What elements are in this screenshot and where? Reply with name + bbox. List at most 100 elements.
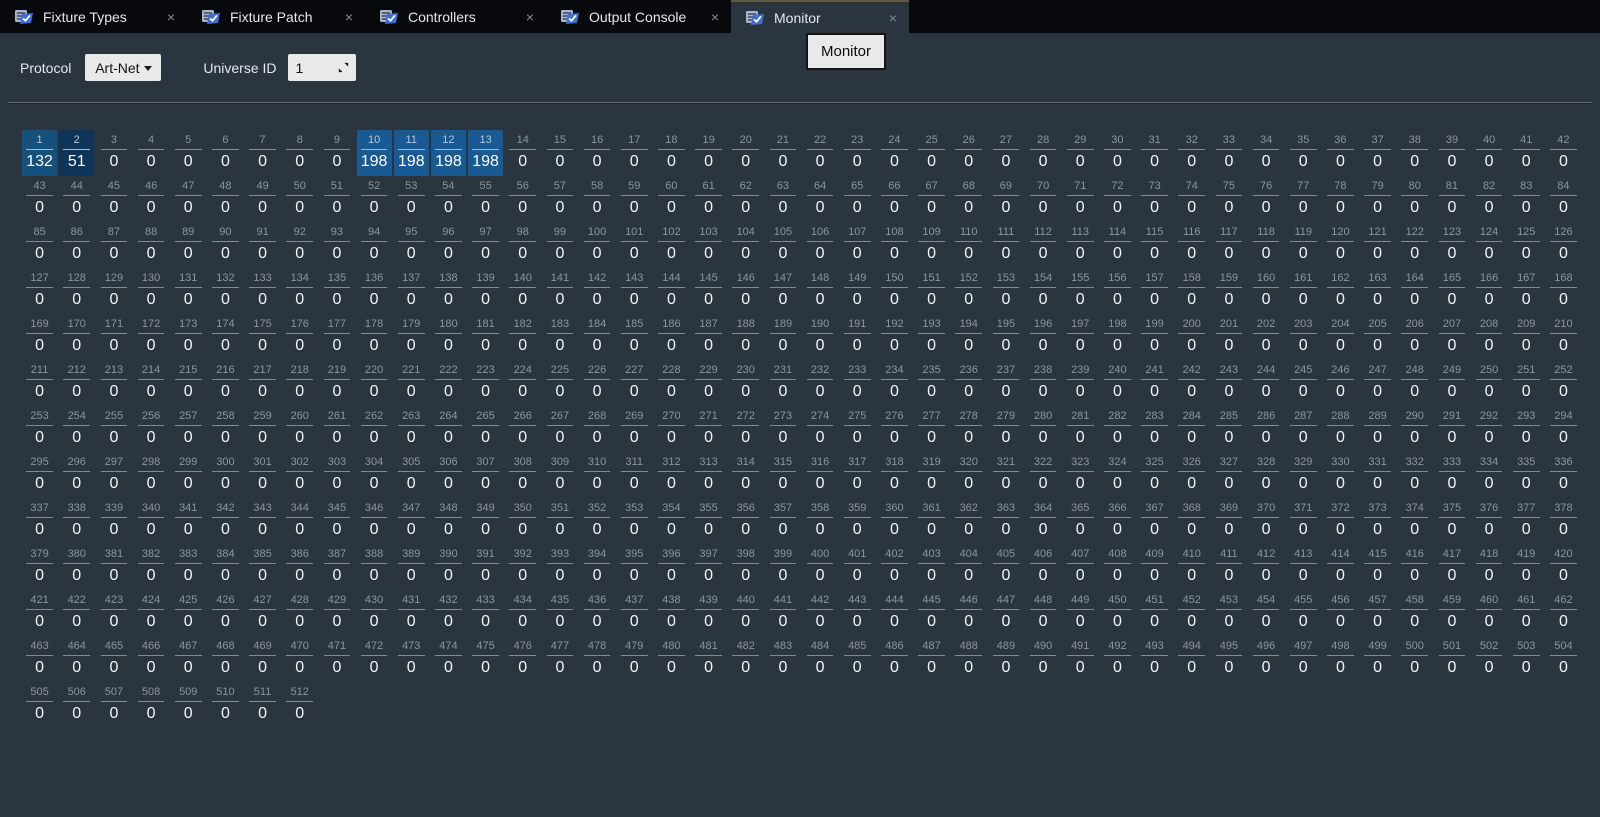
channel-value: 198 [397,153,425,170]
dmx-channel-cell: 490 0 [1026,636,1061,682]
protocol-dropdown[interactable]: Art-Net [85,54,162,81]
channel-underline [1512,425,1540,426]
dmx-channel-cell: 444 0 [877,590,912,636]
dmx-channel-cell: 411 0 [1211,544,1246,590]
dmx-channel-cell: 237 0 [988,360,1023,406]
channel-underline [323,379,351,380]
channel-underline [63,379,91,380]
dmx-channel-cell: 110 0 [951,222,986,268]
channel-underline [769,517,797,518]
protocol-dropdown-value: Art-Net [95,59,140,76]
dmx-channel-cell: 459 0 [1434,590,1469,636]
channel-number: 41 [1520,134,1533,146]
channel-value: 0 [146,245,156,262]
channel-number: 244 [1256,364,1276,376]
dmx-channel-cell: 252 0 [1546,360,1581,406]
channel-number: 189 [773,318,793,330]
channel-number: 477 [550,640,570,652]
channel-number: 414 [1331,548,1350,560]
channel-number: 69 [999,180,1013,192]
channel-number: 44 [70,180,83,192]
universe-id-spinner[interactable] [287,54,356,81]
channel-underline [286,563,314,564]
channel-underline [546,425,574,426]
channel-number: 367 [1145,502,1164,514]
channel-underline [1104,333,1131,334]
tab-controllers[interactable]: Controllers × [365,0,546,33]
channel-underline [881,517,908,518]
channel-underline [583,609,611,610]
channel-number: 27 [999,134,1013,146]
dmx-channel-cell: 131 0 [171,268,206,314]
channel-value: 0 [518,383,528,400]
channel-value: 0 [964,383,974,400]
channel-value: 0 [220,337,230,354]
channel-number: 344 [290,502,309,514]
channel-value: 0 [741,659,751,676]
dmx-channel-cell: 116 0 [1174,222,1209,268]
dmx-channel-cell: 126 0 [1546,222,1581,268]
channel-value: 0 [1261,199,1271,216]
dmx-channel-cell: 132 0 [208,268,243,314]
tab-output-console[interactable]: Output Console × [546,0,731,33]
dmx-channel-cell: 311 0 [617,452,652,498]
channel-underline [472,517,499,518]
close-icon[interactable]: × [335,10,353,24]
channel-value: 0 [1373,291,1383,308]
channel-underline [546,563,574,564]
close-icon[interactable]: × [879,11,897,25]
dmx-channel-cell: 507 0 [96,682,131,728]
channel-value: 0 [778,337,788,354]
channel-value: 0 [183,153,193,170]
channel-number: 66 [888,180,901,192]
dmx-channel-cell: 230 0 [728,360,763,406]
dmx-channel-cell: 336 0 [1546,452,1581,498]
dmx-channel-cell: 244 0 [1249,360,1284,406]
dmx-channel-cell: 404 0 [951,544,986,590]
channel-number: 137 [402,272,421,284]
channel-number: 65 [851,180,864,192]
channel-value: 0 [1112,429,1122,446]
channel-underline [732,563,760,564]
channel-value: 0 [220,613,230,630]
channel-number: 403 [922,548,941,560]
channel-value: 0 [1150,521,1160,538]
channel-underline [286,425,314,426]
dmx-channel-cell: 82 0 [1472,176,1507,222]
channel-number: 168 [1554,272,1573,284]
channel-underline [955,333,983,334]
channel-number: 70 [1036,180,1050,192]
tab-fixture-patch[interactable]: Fixture Patch × [187,0,365,33]
dmx-channel-cell: 251 0 [1509,360,1544,406]
channel-underline [286,379,314,380]
dmx-channel-cell: 442 0 [803,590,838,636]
channel-underline [212,609,239,610]
channel-number: 255 [104,410,124,422]
channel-number: 282 [1108,410,1127,422]
channel-underline [1252,149,1280,150]
channel-number: 480 [662,640,681,652]
channel-value: 0 [1410,153,1420,170]
channel-value: 0 [1038,245,1048,262]
dmx-channel-cell: 28 0 [1026,130,1061,176]
dmx-channel-cell: 80 [282,130,317,176]
channel-number: 408 [1108,548,1127,560]
channel-value: 0 [1298,659,1308,676]
channel-underline [881,425,908,426]
channel-value: 0 [406,337,416,354]
dmx-channel-cell: 272 0 [728,406,763,452]
dmx-channel-cell: 324 0 [1100,452,1135,498]
universe-id-input[interactable] [295,59,336,76]
tab-fixture-types[interactable]: Fixture Types × [0,0,187,33]
tab-monitor[interactable]: Monitor × [731,0,909,33]
channel-underline [1327,195,1354,196]
channel-underline [63,241,91,242]
close-icon[interactable]: × [157,10,175,24]
dmx-channel-cell: 142 0 [580,268,615,314]
close-icon[interactable]: × [701,10,719,24]
channel-number: 225 [550,364,570,376]
dmx-channel-cell: 469 0 [245,636,280,682]
close-icon[interactable]: × [516,10,534,24]
spinner-arrows-icon[interactable] [337,61,350,74]
channel-underline [1438,379,1466,380]
